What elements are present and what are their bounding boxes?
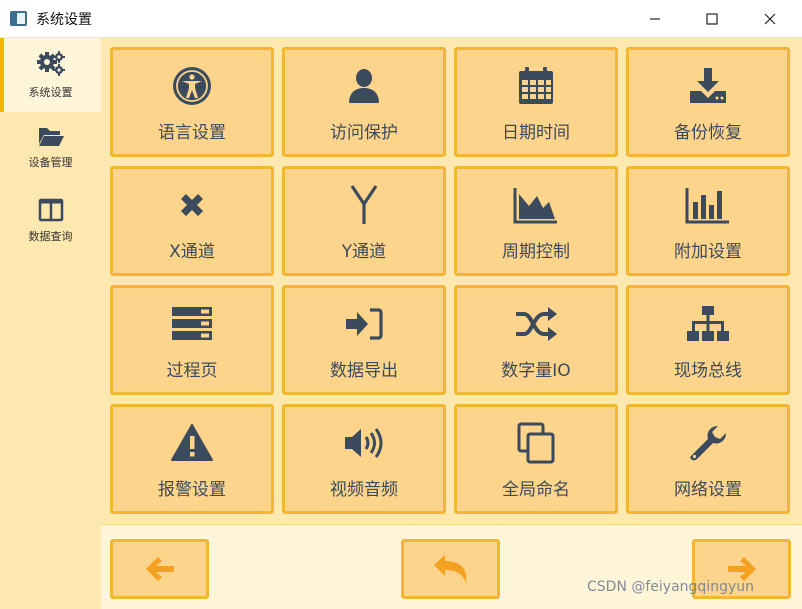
bottom-nav-bar	[101, 524, 802, 609]
tile-cycle-control[interactable]: 周期控制	[454, 166, 618, 276]
close-icon	[764, 13, 776, 25]
tile-label: X通道	[169, 242, 215, 262]
sidebar: 系统设置 设备管理 数据查询	[0, 38, 101, 609]
tile-label: 附加设置	[674, 242, 742, 262]
undo-icon	[433, 555, 466, 583]
server-icon	[172, 307, 212, 340]
sidebar-item-data-query[interactable]: 数据查询	[0, 186, 101, 260]
universal-access-icon	[173, 67, 211, 105]
area-chart-icon	[513, 188, 557, 224]
tile-label: 报警设置	[158, 480, 226, 500]
tile-label: 现场总线	[674, 361, 742, 381]
x-icon	[181, 194, 203, 216]
sidebar-item-label: 系统设置	[28, 86, 73, 99]
tile-label: 数据导出	[330, 361, 398, 381]
tile-label: 视频音频	[330, 480, 398, 500]
y-icon	[350, 185, 378, 224]
sidebar-item-label: 数据查询	[28, 230, 73, 243]
tile-date-time[interactable]: 日期时间	[454, 47, 618, 157]
sidebar-item-system-settings[interactable]: 系统设置	[0, 38, 101, 112]
maximize-button[interactable]	[684, 0, 740, 38]
columns-icon	[38, 198, 63, 222]
tile-global-naming[interactable]: 全局命名	[454, 404, 618, 514]
tile-label: 备份恢复	[674, 123, 742, 143]
tile-label: Y通道	[341, 242, 387, 262]
sitemap-icon	[687, 306, 729, 341]
minimize-icon	[650, 18, 660, 20]
calendar-icon	[519, 67, 553, 104]
tile-video-audio[interactable]: 视频音频	[282, 404, 446, 514]
tile-alarm-settings[interactable]: 报警设置	[110, 404, 274, 514]
back-button[interactable]	[401, 539, 500, 599]
arrow-left-icon	[145, 557, 174, 581]
tile-label: 全局命名	[502, 480, 570, 500]
tile-fieldbus[interactable]: 现场总线	[626, 285, 790, 395]
sidebar-item-device-management[interactable]: 设备管理	[0, 112, 101, 186]
maximize-icon	[706, 13, 718, 25]
tile-label: 数字量IO	[501, 361, 571, 381]
tile-additional-settings[interactable]: 附加设置	[626, 166, 790, 276]
wrench-icon	[690, 426, 726, 461]
app-window-icon	[10, 11, 27, 26]
folder-open-icon	[38, 128, 64, 146]
tile-label: 访问保护	[330, 123, 398, 143]
minimize-button[interactable]	[627, 0, 683, 38]
window-title: 系统设置	[36, 12, 92, 28]
bar-chart-icon	[685, 188, 729, 224]
download-icon	[690, 68, 726, 103]
tile-backup-restore[interactable]: 备份恢复	[626, 47, 790, 157]
tile-label: 语言设置	[158, 123, 226, 143]
tile-network-settings[interactable]: 网络设置	[626, 404, 790, 514]
title-bar: 系统设置	[0, 0, 802, 38]
copy-icon	[517, 422, 555, 464]
tile-data-export[interactable]: 数据导出	[282, 285, 446, 395]
volume-icon	[345, 428, 383, 458]
tile-digital-io[interactable]: 数字量IO	[454, 285, 618, 395]
tile-access-protection[interactable]: 访问保护	[282, 47, 446, 157]
close-button[interactable]	[742, 0, 798, 38]
tile-label: 网络设置	[674, 480, 742, 500]
tile-label: 日期时间	[502, 123, 570, 143]
sidebar-item-label: 设备管理	[28, 156, 73, 169]
tile-language-settings[interactable]: 语言设置	[110, 47, 274, 157]
tile-x-channel[interactable]: X通道	[110, 166, 274, 276]
main-content: 语言设置 访问保护 日期时间 备份恢复 X通道 Y通道 周期控制 附加设置 过程…	[101, 38, 802, 609]
warning-icon	[171, 424, 213, 461]
tile-process-page[interactable]: 过程页	[110, 285, 274, 395]
gears-icon	[36, 51, 65, 76]
sign-in-icon	[346, 308, 383, 340]
random-icon	[516, 307, 557, 341]
tile-label: 过程页	[166, 361, 218, 381]
tile-label: 周期控制	[502, 242, 570, 262]
user-icon	[349, 69, 379, 103]
prev-page-button[interactable]	[110, 539, 209, 599]
tile-y-channel[interactable]: Y通道	[282, 166, 446, 276]
watermark-text: CSDN @feiyangqingyun	[587, 579, 754, 595]
tile-grid: 语言设置 访问保护 日期时间 备份恢复 X通道 Y通道 周期控制 附加设置 过程…	[101, 38, 802, 524]
